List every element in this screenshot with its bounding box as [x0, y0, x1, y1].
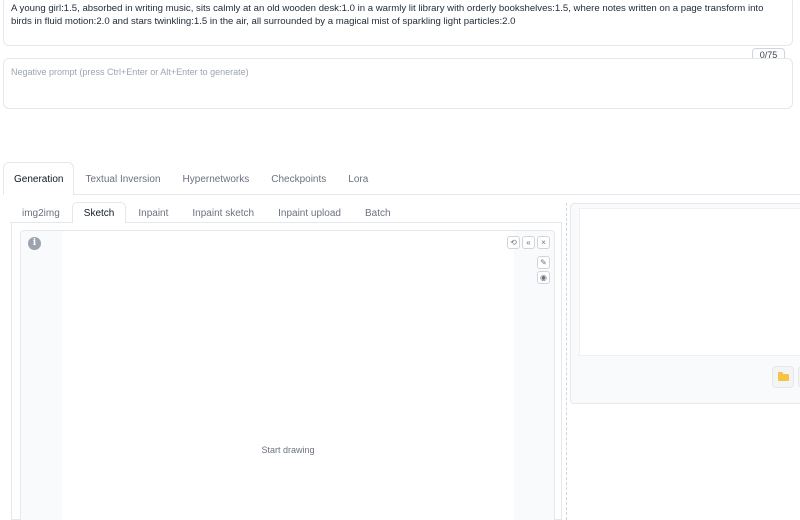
- close-icon[interactable]: ×: [537, 236, 550, 249]
- img2img-mode-tab-bar: img2img Sketch Inpaint Inpaint sketch In…: [10, 202, 562, 223]
- sketch-canvas[interactable]: Start drawing: [62, 231, 514, 520]
- tab-inpaint-sketch[interactable]: Inpaint sketch: [180, 202, 266, 223]
- main-tab-bar: Generation Textual Inversion Hypernetwor…: [3, 162, 800, 195]
- prompt-textarea[interactable]: A young girl:1.5, absorbed in writing mu…: [3, 0, 793, 46]
- tab-batch[interactable]: Batch: [353, 202, 403, 223]
- clear-icon[interactable]: «: [522, 236, 535, 249]
- tab-checkpoints[interactable]: Checkpoints: [260, 162, 337, 195]
- sketch-panel: i Start drawing ⟲ « × ✎ ◉: [11, 223, 562, 520]
- negative-prompt-textarea[interactable]: Negative prompt (press Ctrl+Enter or Alt…: [3, 58, 793, 109]
- brush-icon[interactable]: ✎: [537, 256, 550, 269]
- tab-generation[interactable]: Generation: [3, 162, 75, 195]
- start-drawing-label: Start drawing: [261, 445, 315, 455]
- color-palette-icon[interactable]: ◉: [537, 271, 550, 284]
- output-image-area: [579, 208, 800, 356]
- negative-prompt-placeholder: Negative prompt (press Ctrl+Enter or Alt…: [11, 67, 249, 77]
- tab-img2img[interactable]: img2img: [10, 202, 72, 223]
- tab-inpaint[interactable]: Inpaint: [126, 202, 180, 223]
- tab-sketch[interactable]: Sketch: [71, 202, 127, 223]
- tab-inpaint-upload[interactable]: Inpaint upload: [266, 202, 353, 223]
- undo-icon[interactable]: ⟲: [507, 236, 520, 249]
- info-icon[interactable]: i: [28, 237, 41, 250]
- sketch-canvas-wrapper: i Start drawing ⟲ « × ✎ ◉: [20, 230, 555, 520]
- tab-lora[interactable]: Lora: [337, 162, 379, 195]
- tab-textual-inversion[interactable]: Textual Inversion: [74, 162, 171, 195]
- tab-hypernetworks[interactable]: Hypernetworks: [172, 162, 261, 195]
- prompt-text: A young girl:1.5, absorbed in writing mu…: [11, 3, 764, 27]
- folder-icon: [778, 372, 789, 381]
- column-divider: [566, 203, 567, 520]
- open-folder-button[interactable]: [772, 366, 794, 388]
- output-gallery-panel: [570, 203, 800, 404]
